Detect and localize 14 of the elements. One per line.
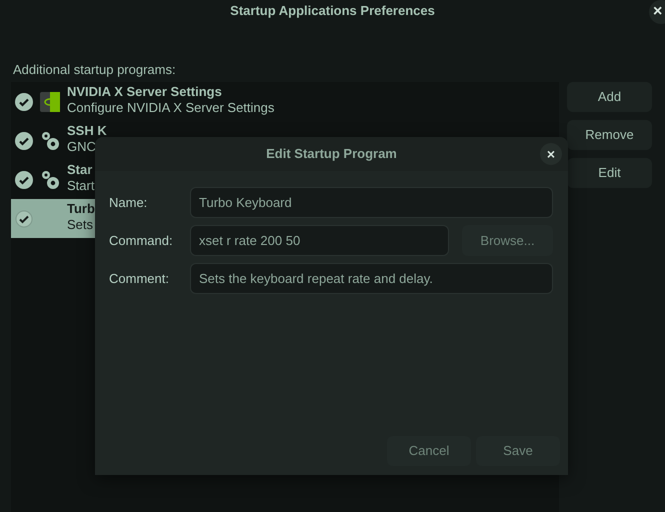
program-comment: GNC [67,139,97,155]
field-label: Comment: [109,270,170,288]
dialog-title: Edit Startup Program [266,145,397,164]
field-label: Command: [109,232,174,250]
window-title: Startup Applications Preferences [230,2,435,20]
program-comment: Sets [67,217,94,233]
program-name: NVIDIA X Server Settings [67,84,223,100]
program-name: Star [67,162,94,178]
program-comment: Configure NVIDIA X Server Settings [67,100,274,116]
program-name: Turb [67,201,95,217]
field-label: Name: [109,194,148,212]
list-label: Additional startup programs: [13,62,176,77]
program-comment: Start [67,178,94,194]
program-name: SSH K [67,123,107,139]
